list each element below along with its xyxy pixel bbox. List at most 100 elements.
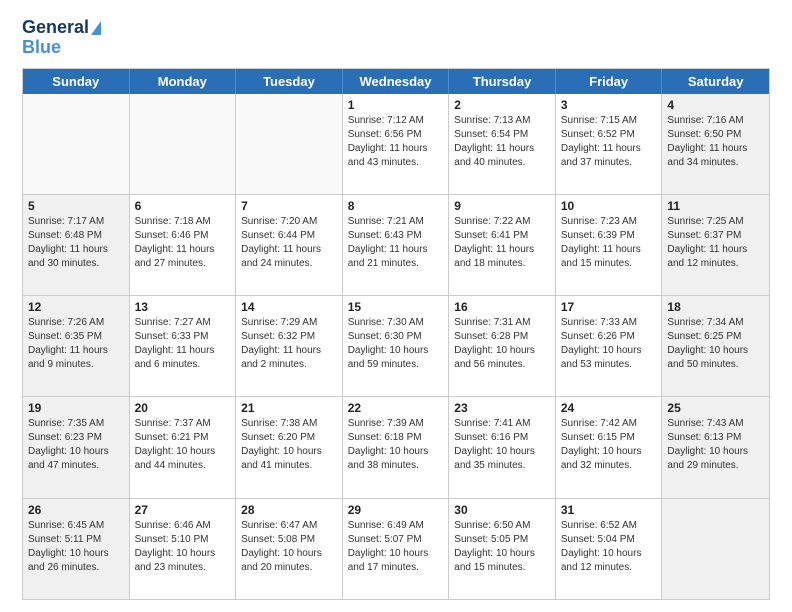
day-info: Sunrise: 6:47 AM Sunset: 5:08 PM Dayligh… [241, 519, 337, 575]
day-number: 9 [454, 199, 550, 213]
day-number: 11 [667, 199, 764, 213]
day-number: 24 [561, 401, 657, 415]
calendar-cell-8: 8Sunrise: 7:21 AM Sunset: 6:43 PM Daylig… [343, 195, 450, 295]
day-info: Sunrise: 6:45 AM Sunset: 5:11 PM Dayligh… [28, 519, 124, 575]
day-info: Sunrise: 7:20 AM Sunset: 6:44 PM Dayligh… [241, 215, 337, 271]
calendar-cell-24: 24 Sunrise: 7:42 AM Sunset: 6:15 PM Dayli… [556, 397, 663, 497]
calendar-cell-6: 6 Sunrise: 7:18 AM Sunset: 6:46 PM Daylig… [130, 195, 237, 295]
day-number: 28 [241, 503, 337, 517]
calendar-cell-2: 2 Sunrise: 7:13 AM Sunset: 6:54 PM Daylig… [449, 94, 556, 194]
calendar-cell-10: 10 Sunrise: 7:23 AM Sunset: 6:39 PM Dayli… [556, 195, 663, 295]
day-info: Sunrise: 7:30 AM Sunset: 6:30 PM Dayligh… [348, 316, 444, 372]
day-number: 10 [561, 199, 657, 213]
day-info: Sunrise: 7:22 AM Sunset: 6:41 PM Dayligh… [454, 215, 550, 271]
day-number: 18 [667, 300, 764, 314]
calendar-cell-29: 29 Sunrise: 6:49 AM Sunset: 5:07 PM Dayli… [343, 499, 450, 599]
day-number: 6 [135, 199, 231, 213]
day-number: 4 [667, 98, 764, 112]
calendar-cell-empty-0-1 [130, 94, 237, 194]
calendar-cell-14: 14 Sunrise: 7:29 AM Sunset: 6:32 PM Dayli… [236, 296, 343, 396]
calendar-cell-13: 13 Sunrise: 7:27 AM Sunset: 6:33 PM Dayli… [130, 296, 237, 396]
calendar-cell-4: 4Sunrise: 7:16 AM Sunset: 6:50 PM Daylig… [662, 94, 769, 194]
day-number: 13 [135, 300, 231, 314]
header: General Blue [22, 18, 770, 58]
day-number: 21 [241, 401, 337, 415]
day-number: 3 [561, 98, 657, 112]
day-number: 16 [454, 300, 550, 314]
logo: General Blue [22, 18, 101, 58]
calendar-cell-empty-0-0 [23, 94, 130, 194]
header-day-thursday: Thursday [449, 69, 556, 94]
day-info: Sunrise: 7:42 AM Sunset: 6:15 PM Dayligh… [561, 417, 657, 473]
calendar-row-2: 12 Sunrise: 7:26 AM Sunset: 6:35 PM Dayli… [23, 295, 769, 396]
day-info: Sunrise: 7:27 AM Sunset: 6:33 PM Dayligh… [135, 316, 231, 372]
day-info: Sunrise: 7:41 AM Sunset: 6:16 PM Dayligh… [454, 417, 550, 473]
calendar-cell-12: 12 Sunrise: 7:26 AM Sunset: 6:35 PM Dayli… [23, 296, 130, 396]
day-number: 17 [561, 300, 657, 314]
calendar-cell-7: 7 Sunrise: 7:20 AM Sunset: 6:44 PM Daylig… [236, 195, 343, 295]
calendar-body: 1 Sunrise: 7:12 AM Sunset: 6:56 PM Daylig… [23, 94, 769, 599]
day-info: Sunrise: 6:46 AM Sunset: 5:10 PM Dayligh… [135, 519, 231, 575]
calendar-cell-23: 23 Sunrise: 7:41 AM Sunset: 6:16 PM Dayli… [449, 397, 556, 497]
calendar-cell-5: 5Sunrise: 7:17 AM Sunset: 6:48 PM Daylig… [23, 195, 130, 295]
day-info: Sunrise: 7:39 AM Sunset: 6:18 PM Dayligh… [348, 417, 444, 473]
calendar-row-0: 1 Sunrise: 7:12 AM Sunset: 6:56 PM Daylig… [23, 94, 769, 194]
day-number: 15 [348, 300, 444, 314]
day-info: Sunrise: 7:43 AM Sunset: 6:13 PM Dayligh… [667, 417, 764, 473]
day-info: Sunrise: 7:29 AM Sunset: 6:32 PM Dayligh… [241, 316, 337, 372]
day-info: Sunrise: 7:13 AM Sunset: 6:54 PM Dayligh… [454, 114, 550, 170]
calendar-row-4: 26 Sunrise: 6:45 AM Sunset: 5:11 PM Dayli… [23, 498, 769, 599]
day-info: Sunrise: 7:33 AM Sunset: 6:26 PM Dayligh… [561, 316, 657, 372]
calendar-cell-19: 19Sunrise: 7:35 AM Sunset: 6:23 PM Dayli… [23, 397, 130, 497]
day-info: Sunrise: 7:25 AM Sunset: 6:37 PM Dayligh… [667, 215, 764, 271]
calendar-cell-27: 27 Sunrise: 6:46 AM Sunset: 5:10 PM Dayli… [130, 499, 237, 599]
calendar-cell-9: 9 Sunrise: 7:22 AM Sunset: 6:41 PM Daylig… [449, 195, 556, 295]
day-info: Sunrise: 7:37 AM Sunset: 6:21 PM Dayligh… [135, 417, 231, 473]
day-info: Sunrise: 7:23 AM Sunset: 6:39 PM Dayligh… [561, 215, 657, 271]
day-info: Sunrise: 7:21 AM Sunset: 6:43 PM Dayligh… [348, 215, 444, 271]
calendar-cell-1: 1 Sunrise: 7:12 AM Sunset: 6:56 PM Daylig… [343, 94, 450, 194]
calendar-cell-empty-0-2 [236, 94, 343, 194]
calendar-cell-20: 20 Sunrise: 7:37 AM Sunset: 6:21 PM Dayli… [130, 397, 237, 497]
page: General Blue SundayMondayTuesdayWednesda… [0, 0, 792, 612]
calendar-row-3: 19Sunrise: 7:35 AM Sunset: 6:23 PM Dayli… [23, 396, 769, 497]
calendar-cell-15: 15 Sunrise: 7:30 AM Sunset: 6:30 PM Dayli… [343, 296, 450, 396]
header-day-friday: Friday [556, 69, 663, 94]
logo-icon [91, 21, 101, 35]
logo-text-blue: Blue [22, 38, 61, 58]
day-info: Sunrise: 6:52 AM Sunset: 5:04 PM Dayligh… [561, 519, 657, 575]
calendar-cell-empty-4-6 [662, 499, 769, 599]
day-info: Sunrise: 7:15 AM Sunset: 6:52 PM Dayligh… [561, 114, 657, 170]
day-number: 1 [348, 98, 444, 112]
header-day-sunday: Sunday [23, 69, 130, 94]
day-number: 30 [454, 503, 550, 517]
calendar-cell-3: 3 Sunrise: 7:15 AM Sunset: 6:52 PM Daylig… [556, 94, 663, 194]
day-number: 29 [348, 503, 444, 517]
calendar-cell-25: 25 Sunrise: 7:43 AM Sunset: 6:13 PM Dayli… [662, 397, 769, 497]
day-info: Sunrise: 7:18 AM Sunset: 6:46 PM Dayligh… [135, 215, 231, 271]
day-number: 20 [135, 401, 231, 415]
day-info: Sunrise: 7:38 AM Sunset: 6:20 PM Dayligh… [241, 417, 337, 473]
day-info: Sunrise: 7:35 AM Sunset: 6:23 PM Dayligh… [28, 417, 124, 473]
day-number: 23 [454, 401, 550, 415]
day-number: 22 [348, 401, 444, 415]
day-number: 7 [241, 199, 337, 213]
day-info: Sunrise: 7:26 AM Sunset: 6:35 PM Dayligh… [28, 316, 124, 372]
day-info: Sunrise: 7:17 AM Sunset: 6:48 PM Dayligh… [28, 215, 124, 271]
calendar-cell-18: 18Sunrise: 7:34 AM Sunset: 6:25 PM Dayli… [662, 296, 769, 396]
day-number: 25 [667, 401, 764, 415]
calendar-cell-16: 16 Sunrise: 7:31 AM Sunset: 6:28 PM Dayli… [449, 296, 556, 396]
day-number: 31 [561, 503, 657, 517]
calendar-cell-11: 11 Sunrise: 7:25 AM Sunset: 6:37 PM Dayli… [662, 195, 769, 295]
day-info: Sunrise: 7:31 AM Sunset: 6:28 PM Dayligh… [454, 316, 550, 372]
day-number: 14 [241, 300, 337, 314]
day-info: Sunrise: 6:49 AM Sunset: 5:07 PM Dayligh… [348, 519, 444, 575]
day-number: 2 [454, 98, 550, 112]
day-number: 26 [28, 503, 124, 517]
header-day-wednesday: Wednesday [343, 69, 450, 94]
calendar-cell-30: 30Sunrise: 6:50 AM Sunset: 5:05 PM Dayli… [449, 499, 556, 599]
day-number: 12 [28, 300, 124, 314]
day-info: Sunrise: 7:12 AM Sunset: 6:56 PM Dayligh… [348, 114, 444, 170]
calendar-cell-22: 22 Sunrise: 7:39 AM Sunset: 6:18 PM Dayli… [343, 397, 450, 497]
day-number: 27 [135, 503, 231, 517]
